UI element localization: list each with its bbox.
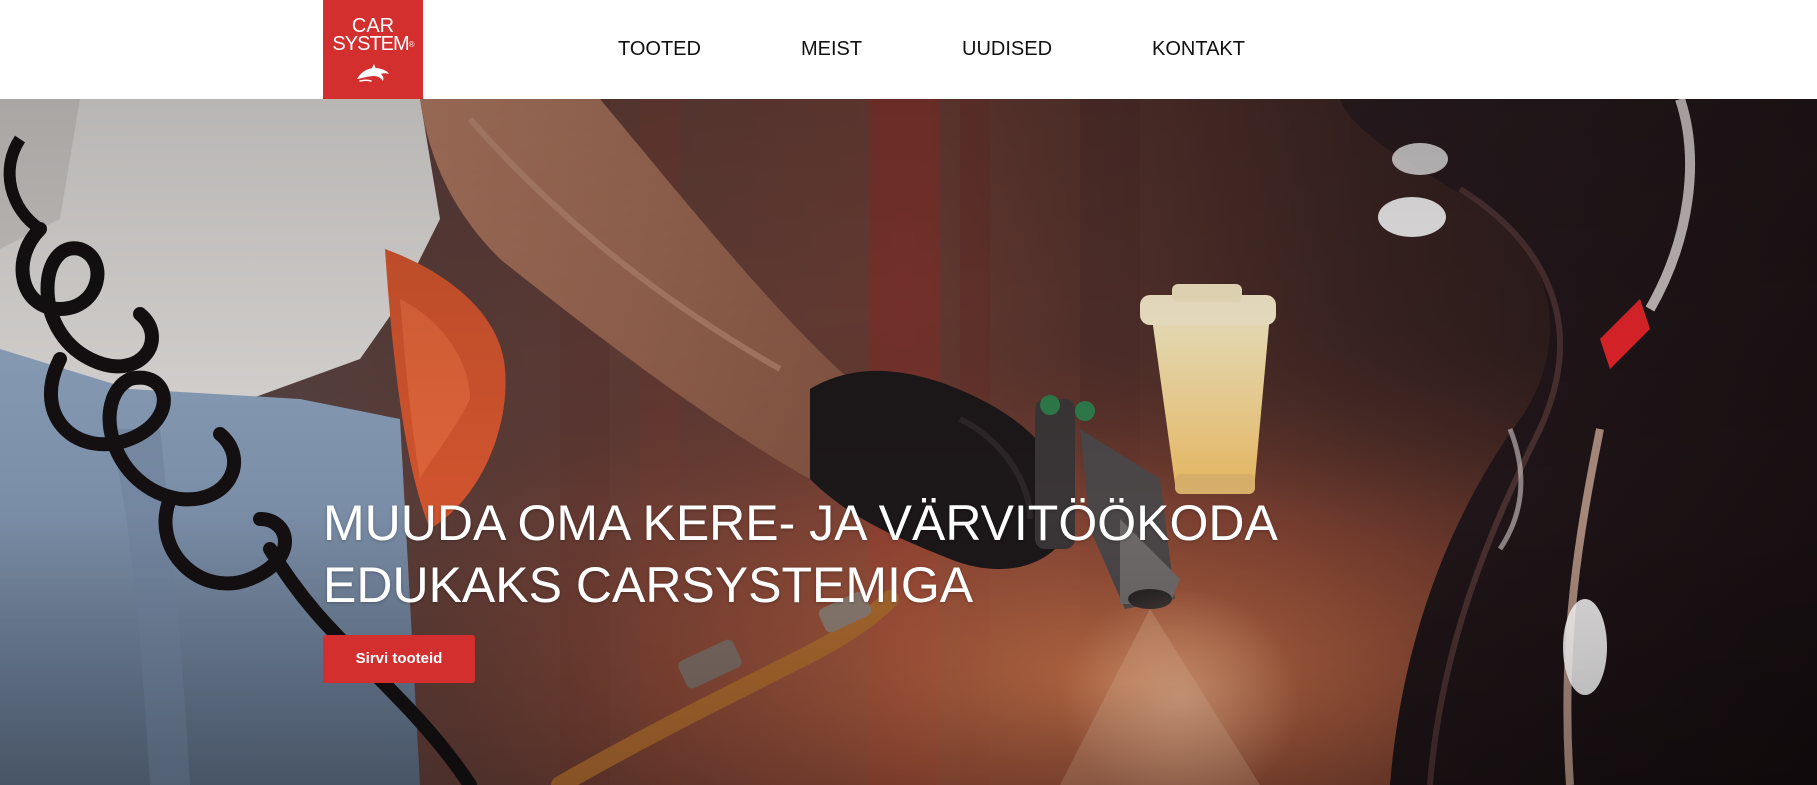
site-header: CAR SYSTEM® TOOTED MEIST UUDISED KONTAKT bbox=[0, 0, 1817, 99]
nav-item-uudised[interactable]: UUDISED bbox=[962, 37, 1052, 61]
carsystem-logo[interactable]: CAR SYSTEM® bbox=[323, 0, 423, 99]
hero-headline-line2: EDUKAKS CARSYSTEMIGA bbox=[323, 557, 974, 613]
registered-mark: ® bbox=[408, 40, 415, 49]
nav-item-kontakt[interactable]: KONTAKT bbox=[1152, 37, 1245, 61]
nav-item-meist[interactable]: MEIST bbox=[801, 37, 862, 61]
logo-text-system-word: SYSTEM bbox=[332, 33, 409, 55]
dolphin-icon bbox=[357, 64, 389, 82]
hero-background-image bbox=[0, 99, 1817, 785]
hero-banner: MUUDA OMA KERE- JA VÄRVITÖÖKODA EDUKAKS … bbox=[0, 99, 1817, 785]
hero-headline-line1: MUUDA OMA KERE- JA VÄRVITÖÖKODA bbox=[323, 495, 1278, 551]
logo-text-system: SYSTEM® bbox=[323, 34, 423, 54]
hero-headline: MUUDA OMA KERE- JA VÄRVITÖÖKODA EDUKAKS … bbox=[323, 492, 1423, 616]
nav-item-tooted[interactable]: TOOTED bbox=[618, 37, 701, 61]
browse-products-button[interactable]: Sirvi tooteid bbox=[323, 635, 475, 683]
